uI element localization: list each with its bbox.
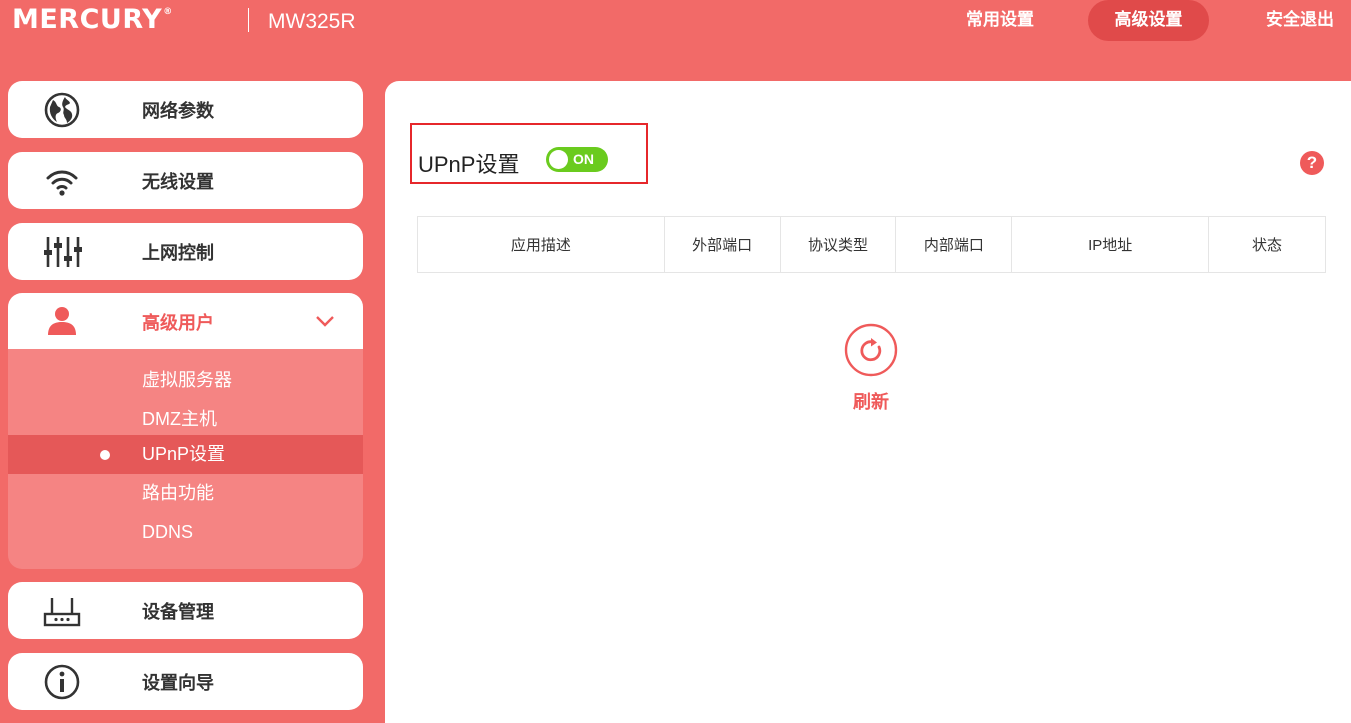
column-header: 应用描述 [417,216,665,273]
help-icon[interactable]: ? [1300,151,1324,175]
sidebar-item-label: 高级用户 [142,313,214,334]
nav-logout[interactable]: 安全退出 [1250,0,1350,41]
page-title: UPnP设置 [418,152,520,177]
sidebar-item-label: 无线设置 [142,172,214,193]
column-header: 外部端口 [663,216,781,273]
refresh-button[interactable]: 刷新 [843,323,899,413]
advanced-user-submenu: 虚拟服务器 DMZ主机 UPnP设置 路由功能 DDNS [8,349,363,569]
submenu-item-label: 虚拟服务器 [142,370,232,390]
sidebar-item-label: 设置向导 [142,673,214,694]
sliders-icon [44,237,82,267]
globe-icon [44,92,80,128]
sidebar-item-label: 设备管理 [142,602,214,623]
brand-logo: MERCURY® [12,4,173,35]
sidebar-item-wireless[interactable]: 无线设置 [8,152,363,209]
sidebar-item-label: 上网控制 [142,243,214,264]
logo-divider [248,8,249,32]
upnp-title-highlight: UPnP设置 ON [410,123,648,184]
sidebar-item-device-management[interactable]: 设备管理 [8,582,363,639]
brand-logo-text: MERCURY [12,4,163,35]
info-icon [44,664,80,700]
main-content-panel: UPnP设置 ON ? 应用描述 外部端口 协议类型 内部端口 IP地址 状态 … [385,81,1351,723]
active-indicator-dot [100,450,110,460]
submenu-item-upnp[interactable]: UPnP设置 [8,435,363,474]
user-icon [48,307,76,335]
submenu-item-virtual-server[interactable]: 虚拟服务器 [8,361,363,400]
chevron-down-icon[interactable] [314,313,336,329]
submenu-item-label: 路由功能 [142,483,214,503]
sidebar-item-access-control[interactable]: 上网控制 [8,223,363,280]
upnp-toggle-switch[interactable]: ON [546,147,608,172]
column-header: 内部端口 [895,216,1012,273]
registered-mark: ® [163,7,173,17]
nav-advanced-settings[interactable]: 高级设置 [1088,0,1209,41]
refresh-icon [844,323,898,377]
sidebar-item-label: 网络参数 [142,101,214,122]
sidebar-item-advanced-user[interactable]: 高级用户 [8,293,363,350]
toggle-knob [549,150,568,169]
submenu-item-label: UPnP设置 [142,444,226,464]
top-header: MERCURY® MW325R 常用设置 高级设置 安全退出 [0,0,1351,44]
submenu-item-ddns[interactable]: DDNS [8,513,363,552]
submenu-item-label: DDNS [142,522,194,542]
nav-common-settings[interactable]: 常用设置 [950,0,1050,41]
submenu-item-routing[interactable]: 路由功能 [8,474,363,513]
column-header: IP地址 [1011,216,1209,273]
column-header: 状态 [1208,216,1326,273]
column-header: 协议类型 [779,216,896,273]
model-name: MW325R [268,10,356,33]
table-header-row: 应用描述 外部端口 协议类型 内部端口 IP地址 状态 [417,216,1326,273]
wifi-icon [46,170,78,196]
toggle-state-label: ON [573,151,594,167]
sidebar-item-setup-wizard[interactable]: 设置向导 [8,653,363,710]
upnp-table: 应用描述 外部端口 协议类型 内部端口 IP地址 状态 [417,216,1326,273]
refresh-label: 刷新 [853,392,889,413]
submenu-item-label: DMZ主机 [142,409,217,429]
submenu-item-dmz[interactable]: DMZ主机 [8,400,363,439]
sidebar-item-network[interactable]: 网络参数 [8,81,363,138]
router-icon [43,598,81,627]
